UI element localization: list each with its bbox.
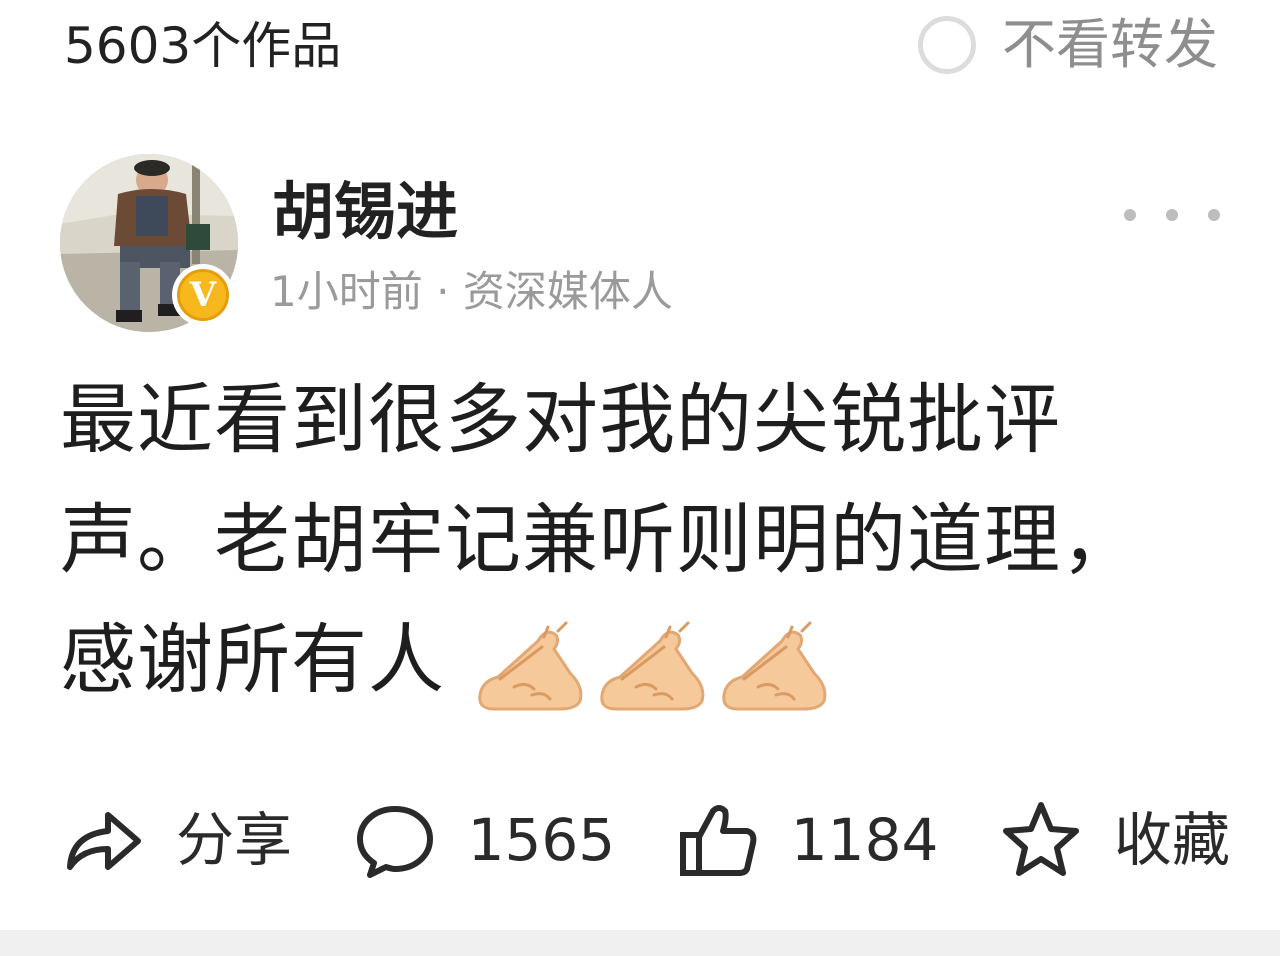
more-dot-icon [1208, 209, 1220, 221]
no-repost-toggle[interactable]: 不看转发 [918, 10, 1218, 80]
share-button[interactable]: 分享 [60, 797, 292, 883]
verified-v-icon: V [177, 269, 229, 321]
meta-separator: · [436, 267, 450, 316]
like-count: 1184 [790, 806, 939, 874]
more-dot-icon [1166, 209, 1178, 221]
clap-hands-icon [478, 621, 583, 711]
radio-circle-icon[interactable] [918, 16, 976, 74]
action-bar: 分享 1565 1184 收藏 [60, 790, 1230, 890]
weibo-post-screen: 5603个作品 不看转发 V 胡锡进 1小时前 · 资深媒体人 最近看到很多对我… [0, 0, 1280, 956]
verified-badge: V [172, 264, 234, 326]
more-options-button[interactable] [1124, 200, 1220, 230]
top-bar: 5603个作品 不看转发 [0, 0, 1280, 96]
avatar-wrapper[interactable]: V [60, 154, 238, 332]
post-meta: 1小时前 · 资深媒体人 [270, 264, 673, 320]
post-time: 1小时前 [270, 267, 423, 316]
works-count: 5603个作品 [64, 17, 342, 75]
favorite-button[interactable]: 收藏 [998, 797, 1230, 883]
clap-hands-icon [600, 621, 705, 711]
star-icon [1002, 802, 1079, 876]
post-header: V 胡锡进 1小时前 · 资深媒体人 [60, 150, 1220, 340]
comment-icon [356, 806, 433, 878]
bottom-divider [0, 930, 1280, 956]
author-tag: 资深媒体人 [462, 267, 673, 316]
comment-button[interactable]: 1565 [352, 797, 616, 883]
share-label: 分享 [176, 806, 293, 874]
favorite-label: 收藏 [1113, 806, 1230, 874]
emoji-group [474, 617, 830, 713]
more-dot-icon [1124, 209, 1136, 221]
author-name[interactable]: 胡锡进 [272, 174, 458, 250]
clap-hands-icon [722, 621, 827, 711]
share-icon [67, 812, 141, 870]
comment-count: 1565 [467, 806, 616, 874]
no-repost-label: 不看转发 [1002, 13, 1218, 76]
post-body[interactable]: 最近看到很多对我的尖锐批评声。老胡牢记兼听则明的道理，感谢所有人 [60, 360, 1190, 720]
like-button[interactable]: 1184 [675, 797, 939, 883]
thumbs-up-icon [679, 805, 757, 876]
